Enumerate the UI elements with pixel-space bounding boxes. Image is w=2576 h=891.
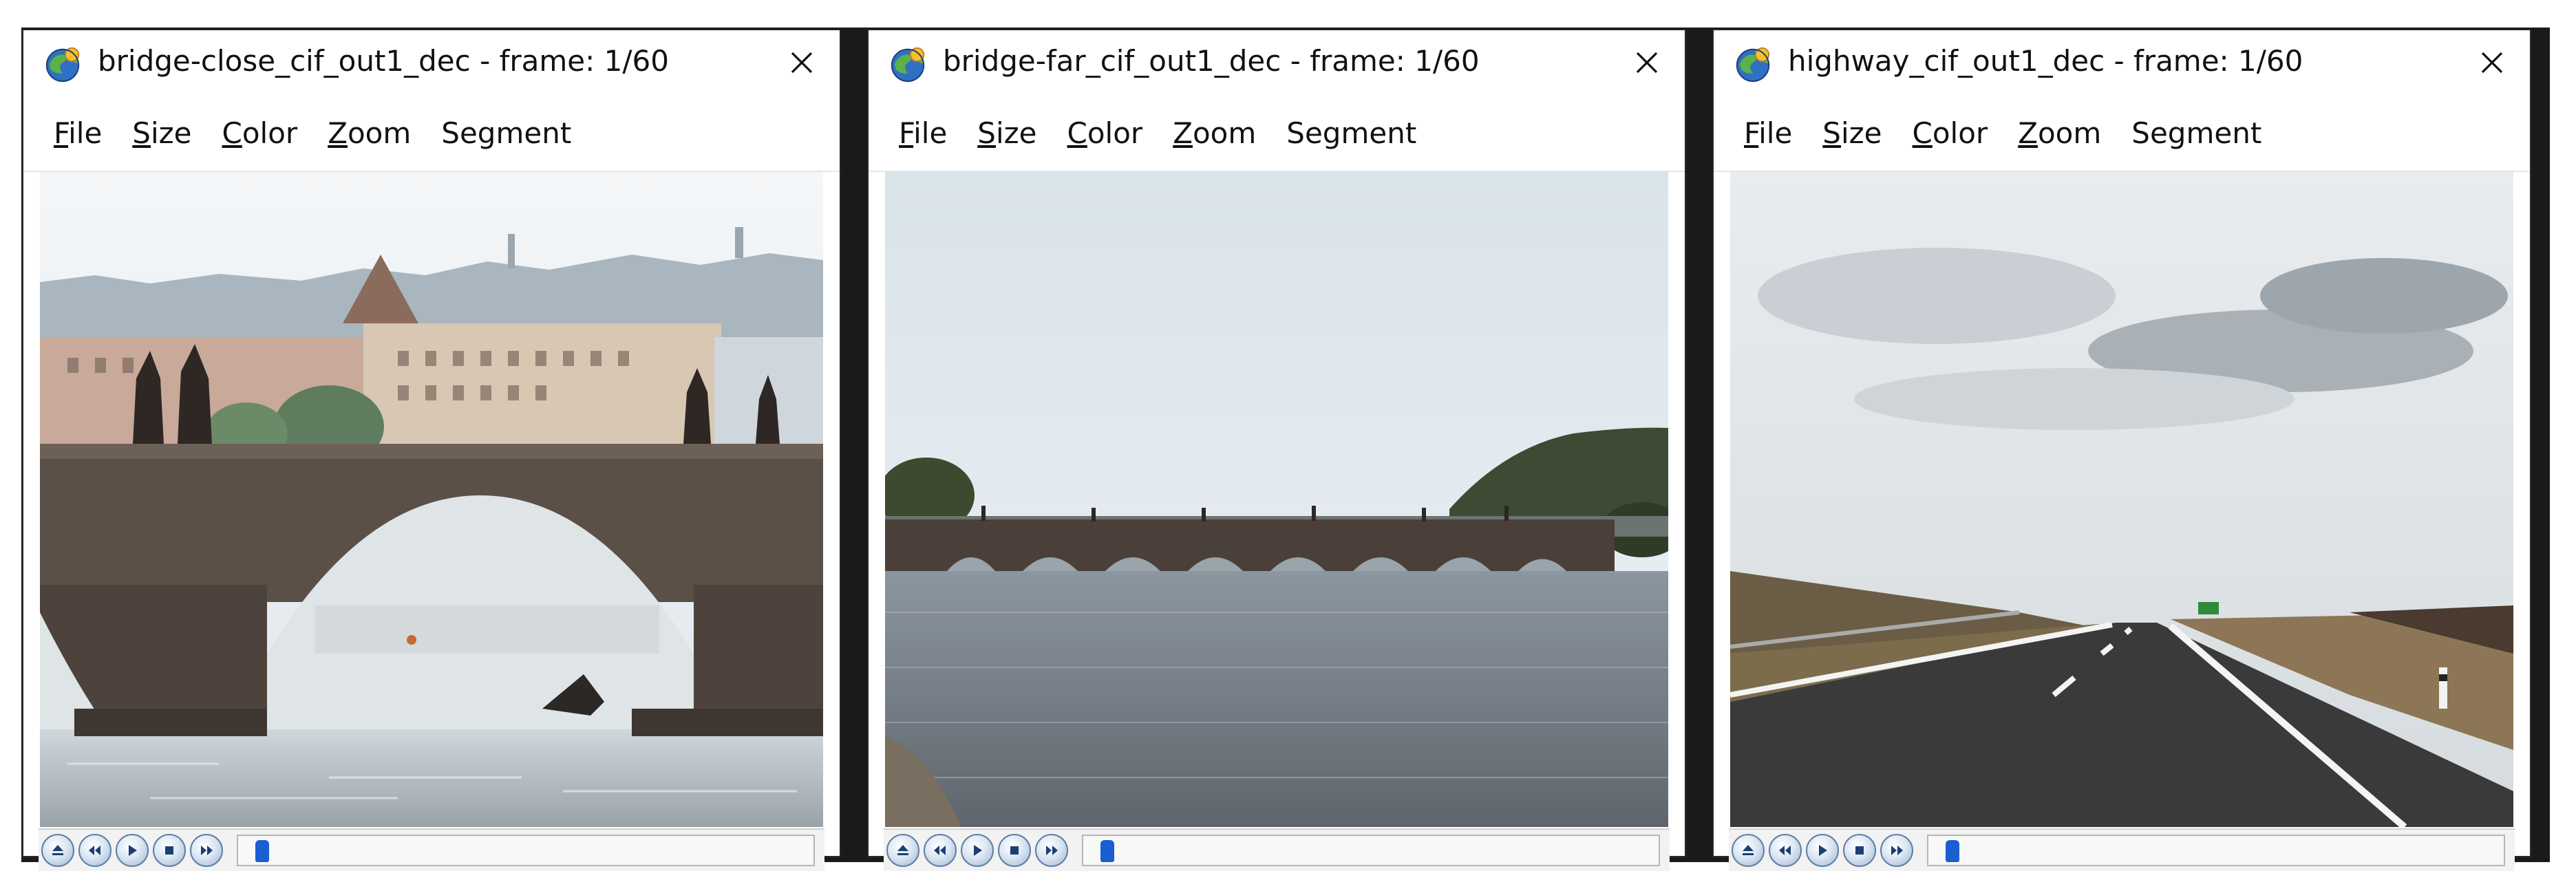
eject-icon — [897, 845, 908, 855]
seek-thumb[interactable] — [255, 840, 270, 862]
menu-color[interactable]: Color — [1897, 116, 2003, 150]
menu-segment[interactable]: Segment — [426, 116, 586, 150]
app-globe-icon — [891, 47, 925, 83]
menu-segment[interactable]: Segment — [1271, 116, 1431, 150]
app-globe-icon — [1736, 47, 1770, 83]
stop-icon — [1010, 846, 1019, 855]
menu-bar: File Size Color Zoom Segment — [23, 95, 840, 172]
close-button[interactable] — [2471, 41, 2513, 84]
fast-forward-button[interactable] — [1035, 834, 1068, 867]
fast-forward-button[interactable] — [1880, 834, 1913, 867]
stop-button[interactable] — [153, 834, 186, 867]
play-button[interactable] — [1806, 834, 1839, 867]
fast-forward-icon — [1046, 846, 1058, 855]
rewind-icon — [1779, 846, 1791, 855]
title-bar[interactable]: highway_cif_out1_dec - frame: 1/60 — [1714, 30, 2530, 95]
play-icon — [129, 845, 137, 856]
player-window-bridge-close: bridge-close_cif_out1_dec - frame: 1/60 … — [23, 30, 840, 871]
eject-icon — [1743, 845, 1754, 855]
fast-forward-icon — [201, 846, 213, 855]
seek-thumb[interactable] — [1100, 840, 1115, 862]
eject-icon — [52, 845, 63, 855]
menu-file[interactable]: File — [1729, 116, 1807, 150]
menu-file[interactable]: File — [884, 116, 962, 150]
eject-button[interactable] — [886, 834, 919, 867]
window-title: bridge-close_cif_out1_dec - frame: 1/60 — [98, 44, 669, 78]
seek-bar[interactable] — [237, 835, 815, 866]
menu-bar: File Size Color Zoom Segment — [1714, 95, 2530, 172]
rewind-button[interactable] — [78, 834, 111, 867]
playback-controls — [39, 828, 824, 871]
rewind-button[interactable] — [924, 834, 957, 867]
seek-bar[interactable] — [1927, 835, 2505, 866]
window-title: highway_cif_out1_dec - frame: 1/60 — [1788, 44, 2303, 78]
menu-segment[interactable]: Segment — [2116, 116, 2277, 150]
stop-icon — [165, 846, 173, 855]
fast-forward-icon — [1891, 846, 1903, 855]
window-title: bridge-far_cif_out1_dec - frame: 1/60 — [943, 44, 1480, 78]
player-window-highway: highway_cif_out1_dec - frame: 1/60 File … — [1714, 30, 2530, 871]
rewind-icon — [934, 846, 946, 855]
playback-controls — [1729, 828, 2515, 871]
playback-controls — [884, 828, 1670, 871]
menu-size[interactable]: Size — [1807, 116, 1897, 150]
play-button[interactable] — [961, 834, 994, 867]
eject-button[interactable] — [1732, 834, 1765, 867]
close-button[interactable] — [780, 41, 823, 84]
fast-forward-button[interactable] — [190, 834, 223, 867]
title-bar[interactable]: bridge-close_cif_out1_dec - frame: 1/60 — [23, 30, 840, 95]
rewind-icon — [89, 846, 100, 855]
menu-zoom[interactable]: Zoom — [2003, 116, 2116, 150]
menu-size[interactable]: Size — [117, 116, 206, 150]
title-bar[interactable]: bridge-far_cif_out1_dec - frame: 1/60 — [869, 30, 1685, 95]
menu-color[interactable]: Color — [207, 116, 313, 150]
video-frame-highway — [1730, 172, 2513, 827]
seek-bar[interactable] — [1082, 835, 1660, 866]
seek-thumb[interactable] — [1946, 840, 1960, 862]
menu-zoom[interactable]: Zoom — [1158, 116, 1271, 150]
play-icon — [974, 845, 982, 856]
stop-button[interactable] — [998, 834, 1031, 867]
menu-file[interactable]: File — [39, 116, 117, 150]
app-globe-icon — [45, 47, 80, 83]
play-icon — [1819, 845, 1827, 856]
eject-button[interactable] — [41, 834, 74, 867]
menu-size[interactable]: Size — [962, 116, 1052, 150]
close-icon — [1636, 52, 1658, 74]
close-button[interactable] — [1626, 41, 1668, 84]
close-icon — [2481, 52, 2503, 74]
play-button[interactable] — [116, 834, 149, 867]
menu-bar: File Size Color Zoom Segment — [869, 95, 1685, 172]
stop-icon — [1855, 846, 1864, 855]
video-frame-bridge-close — [40, 172, 823, 827]
rewind-button[interactable] — [1769, 834, 1802, 867]
menu-color[interactable]: Color — [1052, 116, 1158, 150]
menu-zoom[interactable]: Zoom — [312, 116, 426, 150]
video-frame-bridge-far — [885, 172, 1668, 827]
player-window-bridge-far: bridge-far_cif_out1_dec - frame: 1/60 Fi… — [869, 30, 1685, 871]
stop-button[interactable] — [1843, 834, 1876, 867]
close-icon — [791, 52, 813, 74]
